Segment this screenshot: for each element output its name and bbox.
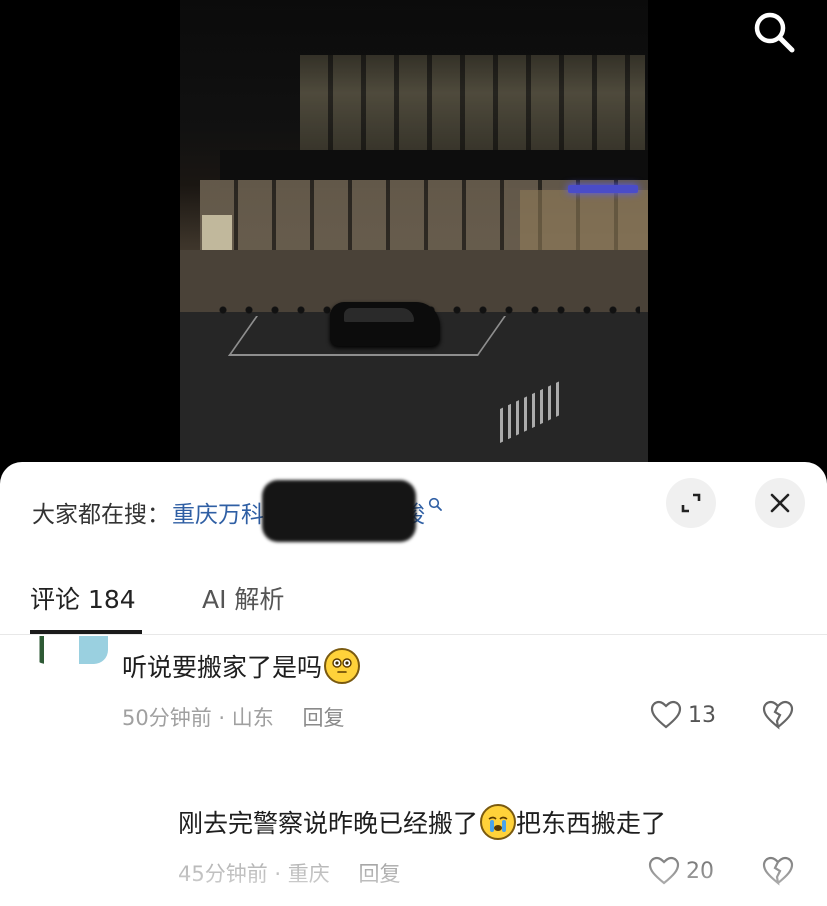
expand-icon [681,493,701,513]
car [330,302,440,346]
comment-location: 山东 [231,706,274,730]
like-button[interactable]: 13 [650,700,716,730]
broken-heart-icon [762,700,794,730]
video-frame[interactable] [180,0,648,462]
meta-separator: · [218,706,232,730]
tabs-divider [0,634,827,635]
neon-sign [568,185,638,193]
tab-comments[interactable]: 评论 184 [30,580,142,616]
expand-button[interactable] [666,478,716,528]
search-small-icon [428,497,442,515]
comment-text: 刚去完警察说昨晚已经搬了 把东西搬走了 [178,804,666,840]
redaction-mark [262,480,416,542]
heart-icon [650,700,682,729]
kiosk [202,215,232,255]
dislike-button[interactable] [762,700,794,734]
avatar[interactable] [32,636,108,664]
comment-location: 重庆 [287,862,330,886]
dislike-button[interactable] [762,856,794,890]
like-button[interactable]: 20 [648,856,714,886]
like-count: 20 [686,858,714,884]
reply-button[interactable]: 回复 [358,862,400,886]
like-count: 13 [688,702,716,728]
comment-time: 45分钟前 [178,862,268,886]
comment-time: 50分钟前 [122,706,212,730]
video-player[interactable] [0,0,827,480]
broken-heart-icon [762,856,794,886]
comment-body-continued: 把东西搬走了 [516,809,667,838]
search-button[interactable] [748,6,800,58]
crying-emoji-icon [480,804,517,840]
comment-body: 听说要搬家了是吗 [122,653,323,682]
close-button[interactable] [755,478,805,528]
trending-search-prefix: 大家都在搜： [32,502,170,528]
comment-text: 听说要搬家了是吗 [122,648,361,684]
close-icon [770,493,790,513]
heart-icon [648,856,680,885]
building-windows [300,55,645,150]
comment-sheet: 大家都在搜： 重庆万科翡翠谷时代峰峻 评论 184 AI 解析 听说要搬家了是吗… [0,462,827,906]
comment-tabs: 评论 184 AI 解析 [30,580,284,616]
comment-meta: 45分钟前 · 重庆 回复 [178,858,400,888]
search-icon [754,12,795,53]
comment-body: 刚去完警察说昨晚已经搬了 [178,809,479,838]
comment-meta: 50分钟前 · 山东 回复 [122,702,344,732]
tab-ai-analysis[interactable]: AI 解析 [202,580,284,616]
meta-separator: · [274,862,288,886]
flushed-emoji-icon [324,648,361,684]
reply-button[interactable]: 回复 [302,706,344,730]
